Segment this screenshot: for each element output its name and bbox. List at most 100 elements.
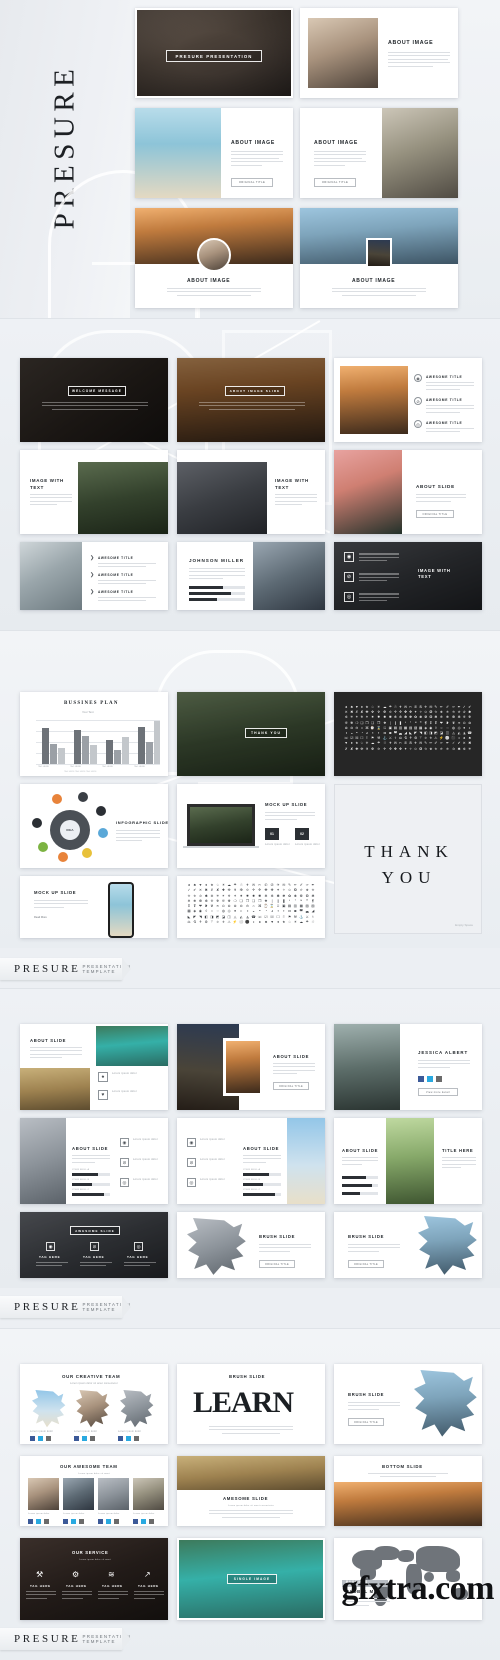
phone-screen-photo	[110, 884, 132, 936]
skill-bar-2	[243, 1183, 263, 1186]
camera-icon: ◉	[344, 552, 354, 562]
item-lines-1	[426, 382, 474, 392]
twitter-icon[interactable]	[427, 1076, 433, 1082]
slide-dark-icon-list[interactable]: ◉ ⊘ ◎ IMAGE WITH TEXT	[334, 542, 482, 610]
slide-title: MOCK UP SLIDE	[34, 890, 77, 895]
slide-about-grid4[interactable]: ABOUT SLIDE ♠ Lorem ipsum dolor ♥ Lorem …	[20, 1024, 168, 1110]
grid-glyph-icon: ✺	[258, 893, 262, 898]
grid-glyph-icon: ✼	[270, 893, 274, 898]
grid-glyph-icon: ▨	[413, 725, 418, 730]
grid-glyph-icon: ✕	[462, 741, 466, 746]
grid-glyph-icon: ✰	[452, 746, 456, 751]
grid-glyph-icon: ◕	[271, 909, 274, 914]
slide-thank-you-photo[interactable]: THANK YOU	[177, 692, 325, 776]
slide-about-slide[interactable]: ABOUT SLIDE ORIGINAL TITLE	[334, 450, 482, 534]
slide-mockup-phone[interactable]: MOCK UP SLIDE Read More	[20, 876, 168, 938]
slide-bottom[interactable]: BOTTOM SLIDE	[334, 1456, 482, 1526]
slide-welcome[interactable]: WELCOME MESSAGE	[20, 358, 168, 442]
facebook-icon[interactable]	[418, 1076, 424, 1082]
cta-button[interactable]: ORIGINAL TITLE	[259, 1260, 295, 1268]
slide-arrow-list[interactable]: AWESOME TITLE ❯ ❯ AWESOME TITLE ❯ AWESOM…	[20, 542, 168, 610]
grid-glyph-icon: ◌	[216, 909, 219, 914]
cta-button[interactable]: ORIGINAL TITLE	[416, 510, 454, 518]
tag-02: 02	[295, 828, 309, 840]
slide-single-image[interactable]: SINGLE IMAGE	[177, 1538, 325, 1620]
grid-glyph-icon: ⊙	[462, 720, 466, 725]
slide-title: OUR CREATIVE TEAM	[62, 1374, 121, 1379]
slide-brush-word[interactable]: BRUSH SLIDE LEARN	[177, 1364, 325, 1444]
slide-about-image-2[interactable]: ABOUT IMAGE ORIGINAL TITLE	[135, 108, 293, 198]
grid-glyph-icon: ✎	[434, 705, 438, 709]
slide-creative-team[interactable]: OUR CREATIVE TEAM Lorem ipsum dolor sit …	[20, 1364, 168, 1444]
slide-amesome[interactable]: AMESOME SLIDE Lorem ipsum dolor sit amet…	[177, 1456, 325, 1526]
slide-image-with-text-1[interactable]: IMAGE WITH TEXT	[20, 450, 168, 534]
slide-bussines-plan[interactable]: BUSSINES PLAN Your Text TAG HERE TAG HER…	[20, 692, 168, 776]
slide-icons-text-image[interactable]: ◉ Lorem ipsum dolor ⊘ Lorem ipsum dolor …	[177, 1118, 325, 1204]
bar-label-1: YOUR SKILL A	[72, 1169, 90, 1171]
grid-glyph-icon: ✦	[404, 746, 408, 751]
cta-button[interactable]: ORIGINAL TITLE	[348, 1260, 384, 1268]
couple-photo	[177, 1456, 325, 1490]
slide-awesome-tags[interactable]: AWESOME SLIDE ◉ TAG HERE ⊘ TAG HERE ◎ TA…	[20, 1212, 168, 1278]
slide-cover[interactable]: PRESURE PRESENTATION	[135, 8, 293, 98]
slide-brush-right-2[interactable]: BRUSH SLIDE ORIGINAL TITLE	[334, 1364, 482, 1444]
grid-glyph-icon: ☂	[233, 883, 237, 887]
site-watermark: gfxtra.com	[341, 1570, 494, 1607]
grid-glyph-icon: ⚑	[287, 914, 292, 919]
slide-overlap-photo[interactable]: ABOUT SLIDE ORIGINAL TITLE	[177, 1024, 325, 1110]
slide-thank-you[interactable]: THANK YOU Empty Space	[334, 784, 482, 934]
read-more-link[interactable]: Read More	[34, 916, 47, 919]
slide-hero-circle[interactable]: ABOUT IMAGE	[135, 208, 293, 308]
slide-brush-left[interactable]: BRUSH SLIDE ORIGINAL TITLE	[177, 1212, 325, 1278]
slide-image-with-text-2[interactable]: IMAGE WITH TEXT	[177, 450, 325, 534]
grid-glyph-icon: ✞	[365, 746, 369, 751]
grid-glyph-icon: ⌚	[370, 725, 375, 730]
item-lines-3	[426, 428, 474, 435]
slide-mockup-laptop[interactable]: MOCK UP SLIDE 01 Lorem ipsum dolor 02 Lo…	[177, 784, 325, 868]
pin-icon: ◎	[344, 592, 354, 602]
grid-glyph-icon: ▥	[398, 725, 403, 730]
slide-icon-grid-light[interactable]: ♠ ♣ ♥ ♦ ★ ☆ ☀ ☁ ☂ ☃ ✈ ✉ ✂ ✆ ✇ ✈ ✉ ✎ ✏ ✐ ✑ ✒ ✓ ✔ ✕ ✖ ✗ ✘ ✚ ✜ ✞ ✠ ✡ ✢ ✣ ✤ ✥ ✦ ✧ ✩…	[177, 876, 325, 938]
person-name: JESSICA ALBERT	[418, 1050, 469, 1055]
slide-icon-list[interactable]: ◉ AWESOME TITLE ⊘ AWESOME TITLE ◎ AWESOM…	[334, 358, 482, 442]
slide-about-image-1[interactable]: ABOUT IMAGE	[300, 8, 458, 98]
slide-jessica-albert[interactable]: JESSICA ALBERT View more detail	[334, 1024, 482, 1110]
cta-button[interactable]: ORIGINAL TITLE	[231, 178, 273, 187]
slide-image-text-icons[interactable]: ABOUT SLIDE YOUR SKILL A YOUR SKILL B YO…	[20, 1118, 168, 1204]
slide-about-image-slide[interactable]: ABOUT IMAGE SLIDE	[177, 358, 325, 442]
slide-hero-square[interactable]: ABOUT IMAGE	[300, 208, 458, 308]
grid-glyph-icon: ☂	[388, 705, 392, 709]
slide-awesome-team[interactable]: OUR AWESOME TEAM Lorem ipsum dolor sit a…	[20, 1456, 168, 1526]
view-more-button[interactable]: View more detail	[418, 1088, 458, 1096]
tree-icon: ♠	[98, 1072, 108, 1082]
slide-brush-right[interactable]: BRUSH SLIDE ORIGINAL TITLE	[334, 1212, 482, 1278]
node-orange-2-icon	[58, 852, 68, 862]
slide-three-col[interactable]: ABOUT SLIDE TITLE HERE	[334, 1118, 482, 1204]
slide-title: BRUSH SLIDE	[348, 1234, 385, 1239]
grid-glyph-icon: ◣	[187, 914, 191, 919]
grid-glyph-icon: ✤	[264, 888, 268, 893]
tag-caption-1: Lorem ipsum dolor	[265, 843, 290, 846]
grid-glyph-icon: ◒	[350, 730, 353, 735]
service-tag-1: TAG HERE	[30, 1584, 51, 1588]
grid-glyph-icon: ✪	[429, 710, 433, 715]
cta-button[interactable]: ORIGINAL TITLE	[273, 1082, 309, 1090]
grid-glyph-icon: ✈	[276, 883, 280, 887]
slide-about-image-3[interactable]: ABOUT IMAGE ORIGINAL TITLE	[300, 108, 458, 198]
grid-glyph-icon: ✖	[204, 888, 208, 893]
slide-infographic[interactable]: IDEA INFOGRAPHIC SLIDE	[20, 784, 168, 868]
slide-title: IMAGE WITH TEXT	[30, 478, 64, 490]
wifi-icon: ≋	[108, 1570, 115, 1579]
grid-glyph-icon: ✬	[429, 746, 433, 751]
instagram-icon[interactable]	[436, 1076, 442, 1082]
slide-johnson-miller[interactable]: JOHNSON MILLER	[177, 542, 325, 610]
cta-button[interactable]: ORIGINAL TITLE	[348, 1418, 384, 1426]
cta-button[interactable]: ORIGINAL TITLE	[314, 178, 356, 187]
slide-our-service[interactable]: OUR SERVICE Lorem ipsum dolor sit amet ⚒…	[20, 1538, 168, 1620]
grid-glyph-icon: ✉	[404, 705, 408, 709]
slide-icon-grid-dark[interactable]: ♠ ♣ ♥ ♦ ★ ☆ ☀ ☁ ☂ ☃ ✈ ✉ ✂ ✆ ✇ ✈ ✉ ✎ ✏ ✐ ✑ ✒ ✓ ✔ ✕ ✖ ✗ ✘ ✚ ✜ ✞ ✠ ✡ ✢ ✣ ✤ ✥ ✦ ✧ ✩…	[334, 692, 482, 776]
body-lines	[273, 1063, 315, 1077]
grid-glyph-icon: ◣	[409, 730, 413, 735]
grid-glyph-icon: ✉	[252, 883, 256, 887]
grid-glyph-icon: ❞	[306, 898, 309, 903]
